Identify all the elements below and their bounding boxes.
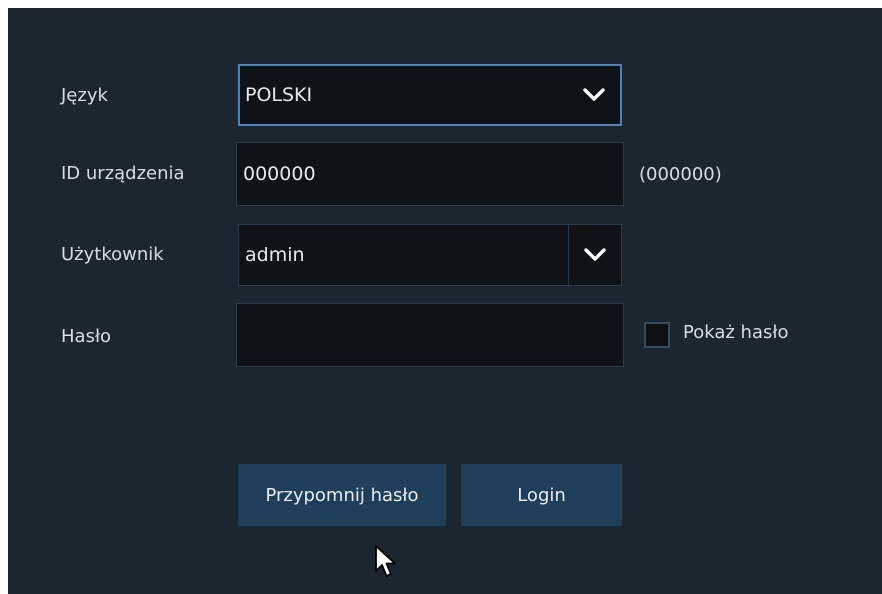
user-label: Użytkownik [61,244,164,265]
language-select[interactable]: POLSKI [238,64,622,126]
device-id-label: ID urządzenia [61,163,185,184]
login-dialog: Język POLSKI ID urządzenia 000000 (00000… [8,8,882,594]
mouse-pointer-icon [375,545,396,577]
chevron-down-icon[interactable] [568,66,620,124]
password-input[interactable] [236,303,624,367]
chevron-down-icon[interactable] [568,225,621,285]
device-id-hint: (000000) [639,164,722,185]
show-password-checkbox[interactable] [644,322,670,348]
device-id-value: 000000 [243,163,316,185]
language-value: POLSKI [245,84,313,106]
user-select[interactable]: admin [238,224,622,286]
login-button[interactable]: Login [461,464,622,526]
remind-password-button[interactable]: Przypomnij hasło [238,464,446,526]
language-label: Język [61,85,108,106]
password-label: Hasło [61,326,112,347]
device-id-input[interactable]: 000000 [236,142,624,206]
show-password-label[interactable]: Pokaż hasło [683,322,788,343]
user-value: admin [245,244,305,266]
